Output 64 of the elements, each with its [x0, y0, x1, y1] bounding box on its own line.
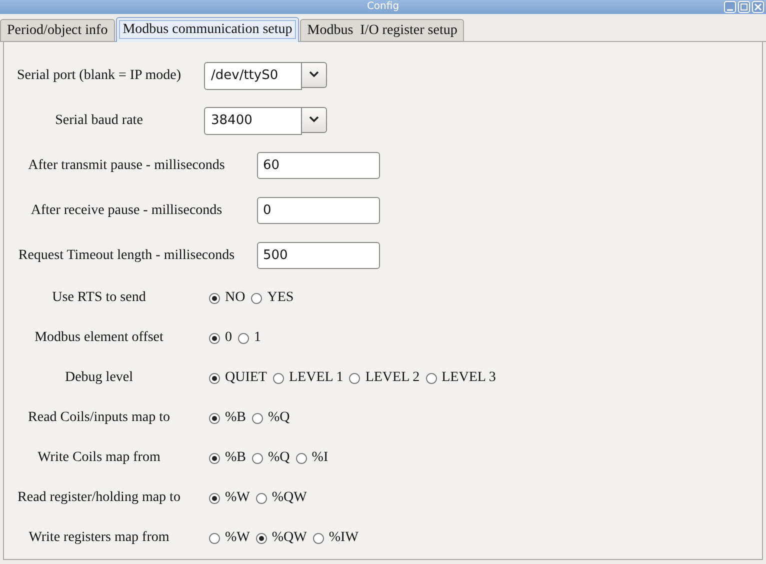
radio-label: %B: [225, 410, 246, 426]
radio-label: %QW: [272, 530, 307, 546]
radio-button[interactable]: [209, 332, 220, 344]
close-icon[interactable]: [752, 1, 764, 13]
radio-button[interactable]: [252, 412, 263, 424]
field-label: Read register/holding map to: [16, 490, 182, 506]
field-label: Serial port (blank = IP mode): [16, 68, 182, 84]
radio-label: %IW: [328, 530, 358, 546]
radio-label: LEVEL 3: [442, 370, 496, 386]
radio-button[interactable]: [256, 492, 267, 504]
radio-label: %Q: [268, 450, 290, 466]
radio-label: %B: [225, 450, 246, 466]
chevron-down-icon: [309, 116, 319, 123]
radio-button[interactable]: [209, 532, 220, 544]
field-label: Write registers map from: [28, 530, 170, 546]
radio-label: %Q: [268, 410, 290, 426]
text-field[interactable]: 0: [257, 197, 380, 224]
radio-label: %QW: [272, 490, 307, 506]
radio-label: QUIET: [225, 370, 267, 386]
radio-button[interactable]: [296, 452, 307, 464]
radio-label: NO: [225, 290, 246, 306]
field-label: Serial baud rate: [54, 112, 144, 128]
radio-button[interactable]: [349, 372, 360, 384]
field-label: Read Coils/inputs map to: [27, 410, 171, 426]
field-label: After transmit pause - milliseconds: [27, 158, 226, 174]
maximize-icon[interactable]: [738, 1, 750, 13]
radio-label: 1: [254, 330, 261, 346]
dropdown-button[interactable]: [302, 62, 327, 88]
radio-button[interactable]: [209, 492, 220, 504]
radio-button[interactable]: [209, 372, 220, 384]
radio-button[interactable]: [273, 372, 284, 384]
text-field[interactable]: 500: [257, 242, 380, 269]
radio-button[interactable]: [256, 532, 267, 544]
combo-field[interactable]: /dev/ttyS0: [204, 62, 302, 90]
tab[interactable]: Period/object info: [0, 19, 115, 41]
radio-label: 0: [225, 330, 232, 346]
radio-button[interactable]: [209, 452, 220, 464]
tab[interactable]: Modbus communication setup: [116, 17, 300, 42]
radio-label: LEVEL 1: [289, 370, 344, 386]
field-label: Debug level: [64, 370, 134, 386]
tab[interactable]: Modbus I/O register setup: [300, 19, 464, 41]
radio-button[interactable]: [209, 292, 220, 304]
radio-button[interactable]: [238, 332, 249, 344]
minimize-icon[interactable]: [724, 1, 736, 13]
window-title: Config: [366, 1, 400, 13]
radio-button[interactable]: [312, 532, 324, 544]
radio-button[interactable]: [209, 412, 220, 424]
radio-label: %W: [225, 530, 250, 546]
text-field[interactable]: 60: [257, 152, 380, 179]
field-label: Use RTS to send: [51, 290, 147, 306]
field-label: Request Timeout length - milliseconds: [17, 248, 236, 264]
radio-button[interactable]: [426, 372, 437, 384]
dropdown-button[interactable]: [302, 106, 327, 132]
field-label: Write Coils map from: [36, 450, 162, 466]
radio-label: LEVEL 2: [365, 370, 420, 386]
radio-label: %W: [225, 490, 250, 506]
field-label: Modbus element offset: [34, 330, 164, 346]
radio-label: YES: [267, 290, 294, 306]
chevron-down-icon: [309, 71, 319, 78]
radio-button[interactable]: [251, 292, 262, 304]
field-label: After receive pause - milliseconds: [30, 202, 224, 218]
radio-button[interactable]: [252, 452, 263, 464]
combo-field[interactable]: 38400: [204, 106, 302, 134]
radio-label: %I: [312, 450, 328, 466]
